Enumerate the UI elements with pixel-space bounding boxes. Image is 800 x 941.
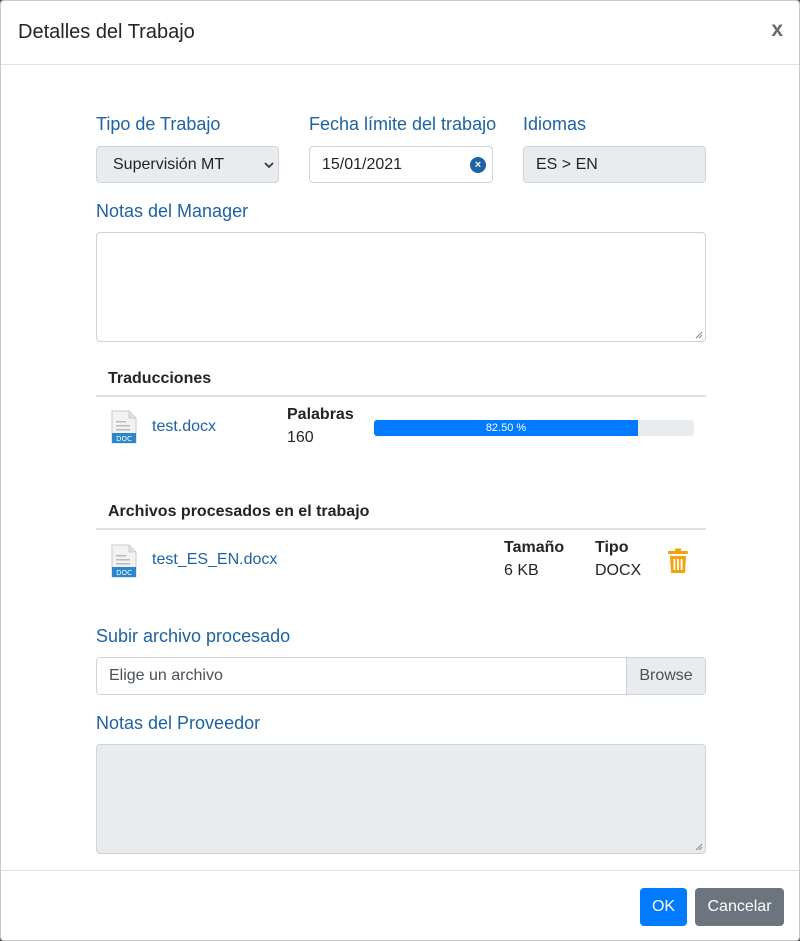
svg-text:DOC: DOC (116, 569, 132, 577)
job-type-value: Supervisión MT (113, 156, 225, 173)
dialog-title: Detalles del Trabajo (18, 21, 195, 43)
clear-icon[interactable]: × (470, 157, 486, 173)
doc-file-icon: DOC (111, 544, 137, 578)
browse-button[interactable]: Browse (626, 658, 705, 694)
provider-notes-label: Notas del Proveedor (96, 713, 261, 733)
words-value: 160 (287, 429, 314, 446)
deadline-value: 15/01/2021 (322, 156, 403, 173)
doc-file-icon: DOC (111, 410, 137, 444)
resize-grip-icon (695, 843, 703, 851)
svg-text:DOC: DOC (116, 435, 132, 443)
words-header: Palabras (287, 406, 354, 423)
translations-divider (96, 395, 706, 397)
resize-grip-icon[interactable] (695, 331, 703, 339)
progress-bar-fill: 82.50 % (374, 420, 638, 436)
size-header: Tamaño (504, 539, 565, 556)
close-button[interactable]: x (771, 18, 783, 42)
manager-notes-textarea[interactable] (96, 232, 706, 342)
ok-button[interactable]: OK (640, 888, 687, 926)
languages-field: ES > EN (523, 146, 706, 183)
size-value: 6 KB (504, 562, 539, 579)
job-type-label: Tipo de Trabajo (96, 114, 221, 134)
upload-placeholder: Elige un archivo (109, 667, 223, 684)
job-type-select[interactable]: Supervisión MT (96, 146, 279, 183)
translations-title: Traducciones (108, 370, 212, 387)
upload-file-input[interactable]: Elige un archivo Browse (96, 657, 706, 695)
languages-label: Idiomas (523, 114, 587, 134)
dialog-header: Detalles del Trabajo x (1, 1, 799, 65)
processed-files-title: Archivos procesados en el trabajo (108, 503, 370, 520)
translation-file-link[interactable]: test.docx (152, 418, 216, 436)
deadline-label: Fecha límite del trabajo (309, 114, 497, 134)
processed-files-divider (96, 528, 706, 530)
dialog-footer: OK Cancelar (1, 870, 799, 940)
manager-notes-label: Notas del Manager (96, 201, 249, 221)
chevron-down-icon (264, 162, 274, 169)
type-header: Tipo (595, 539, 629, 556)
deadline-input[interactable]: 15/01/2021 × (309, 146, 493, 183)
cancel-button[interactable]: Cancelar (695, 888, 784, 926)
translation-progress: 82.50 % (374, 420, 694, 436)
upload-label: Subir archivo procesado (96, 626, 291, 646)
processed-file-link[interactable]: test_ES_EN.docx (152, 551, 277, 569)
provider-notes-textarea (96, 744, 706, 854)
job-details-dialog: Detalles del Trabajo x Tipo de Trabajo F… (0, 0, 800, 941)
trash-icon[interactable] (668, 548, 688, 574)
languages-value: ES > EN (536, 156, 598, 173)
type-value: DOCX (595, 562, 642, 579)
